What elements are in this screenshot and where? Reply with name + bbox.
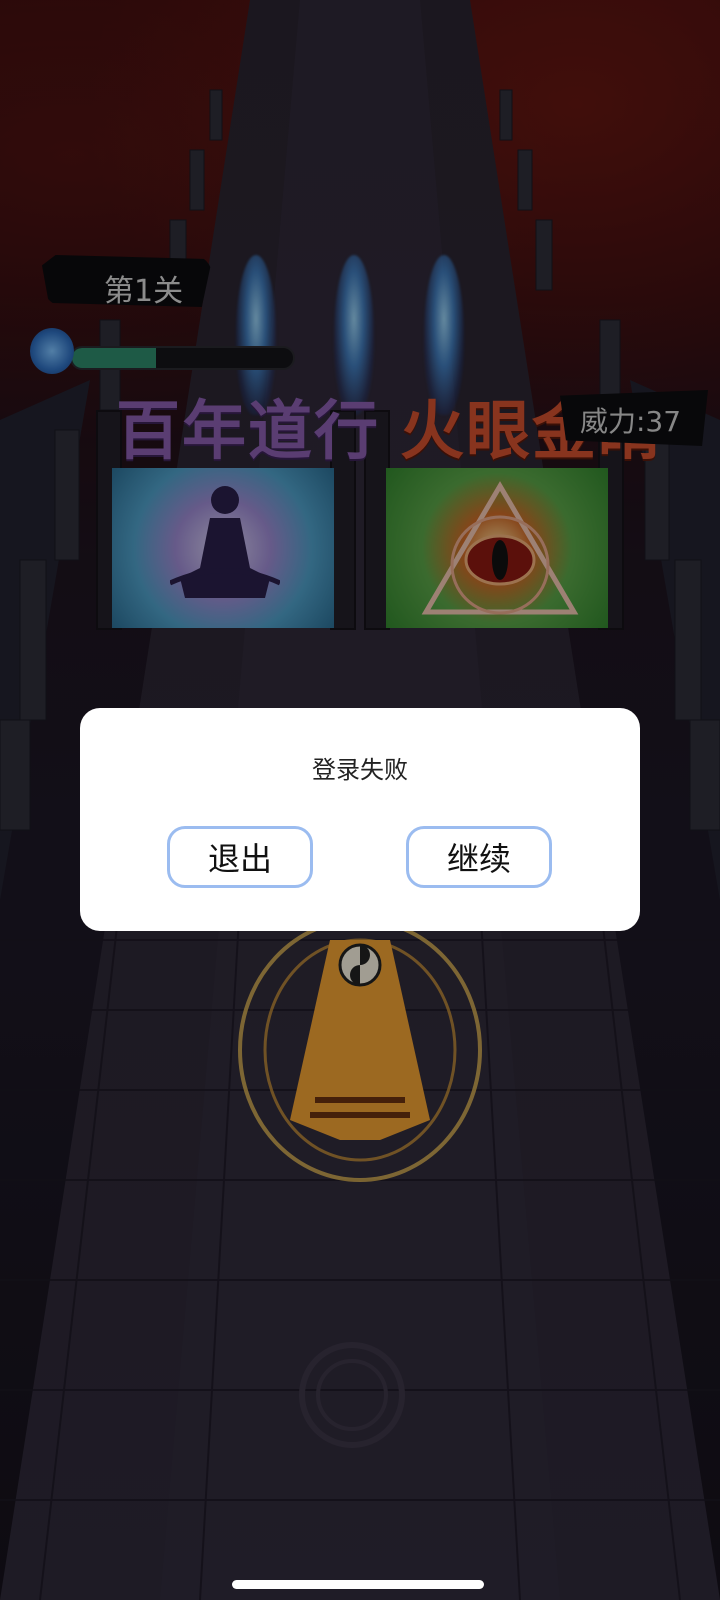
login-failed-dialog: 登录失败 退出 继续 bbox=[80, 708, 640, 931]
home-indicator[interactable] bbox=[232, 1580, 484, 1589]
exit-button[interactable]: 退出 bbox=[167, 826, 313, 888]
continue-button[interactable]: 继续 bbox=[406, 826, 552, 888]
dialog-title: 登录失败 bbox=[312, 756, 408, 784]
